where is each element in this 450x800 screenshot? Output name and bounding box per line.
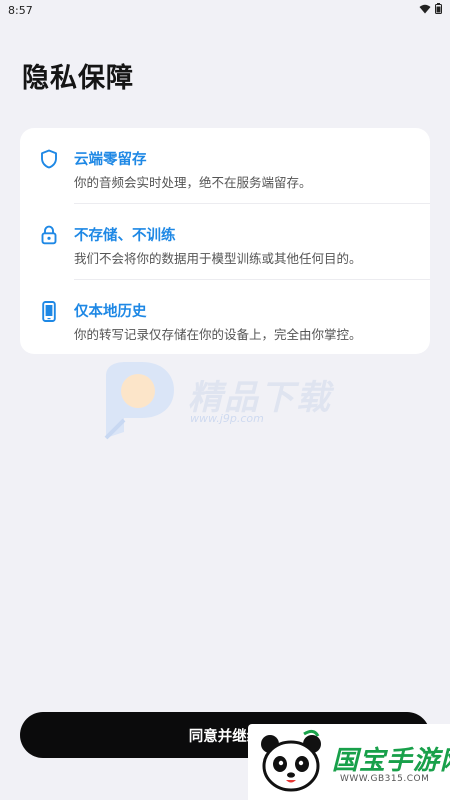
item-description: 你的转写记录仅存储在你的设备上，完全由你掌控。 xyxy=(74,327,362,342)
wifi-icon xyxy=(419,4,431,17)
item-title: 仅本地历史 xyxy=(74,304,147,320)
item-title: 云端零留存 xyxy=(74,152,147,168)
watermark-top-url: www.j9p.com xyxy=(190,412,264,425)
lock-icon xyxy=(39,225,59,245)
item-description: 你的音频会实时处理，绝不在服务端留存。 xyxy=(74,175,312,190)
status-time: 8:57 xyxy=(8,3,33,17)
status-icons xyxy=(419,3,442,17)
battery-icon xyxy=(435,3,442,17)
watermark-bottom-text: 国宝手游网 xyxy=(332,746,450,776)
item-title: 不存储、不训练 xyxy=(74,228,176,244)
watermark-top: 精品下载 www.j9p.com xyxy=(100,360,360,445)
privacy-card: 云端零留存 你的音频会实时处理，绝不在服务端留存。 不存储、不训练 我们不会将你… xyxy=(20,128,430,354)
watermark-bottom-url: WWW.GB315.COM xyxy=(340,774,430,784)
privacy-item-no-storage-training: 不存储、不训练 我们不会将你的数据用于模型训练或其他任何目的。 xyxy=(20,204,430,279)
watermark-bottom: 国宝手游网 WWW.GB315.COM xyxy=(248,724,450,800)
privacy-item-cloud-zero-retention: 云端零留存 你的音频会实时处理，绝不在服务端留存。 xyxy=(20,128,430,203)
status-bar: 8:57 xyxy=(0,0,450,20)
item-description: 我们不会将你的数据用于模型训练或其他任何目的。 xyxy=(74,251,362,266)
privacy-item-local-history: 仅本地历史 你的转写记录仅存储在你的设备上，完全由你掌控。 xyxy=(20,280,430,354)
page-title: 隐私保障 xyxy=(22,63,134,94)
shield-icon xyxy=(39,149,59,169)
phone-icon xyxy=(39,300,59,322)
